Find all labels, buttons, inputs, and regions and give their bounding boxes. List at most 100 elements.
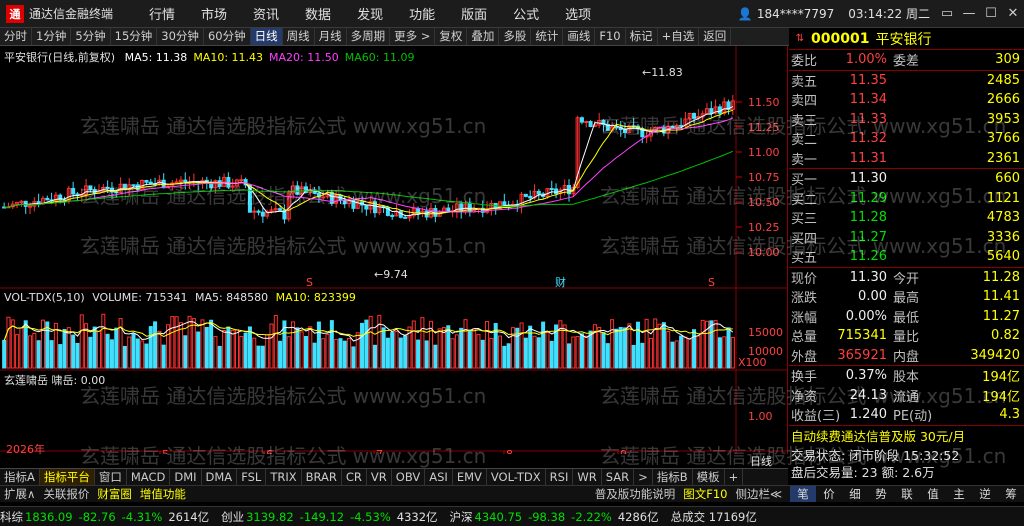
quote-tab-8[interactable]: 筹 bbox=[998, 486, 1024, 502]
bid-row-2[interactable]: 买三 11.28 4783 bbox=[789, 208, 1024, 228]
ext-right-tab-2[interactable]: 侧边栏≪ bbox=[731, 486, 786, 502]
indicator-tab-6[interactable]: FSL bbox=[237, 469, 267, 485]
menu-item-8[interactable]: 选项 bbox=[565, 4, 591, 23]
low-price-label: ←9.74 bbox=[374, 268, 408, 281]
toolbar-item-17[interactable]: 标记 bbox=[626, 28, 658, 45]
minimize-icon[interactable]: — bbox=[958, 6, 980, 21]
ma5-line bbox=[4, 106, 734, 217]
ext-right-tab-1[interactable]: 图文F10 bbox=[679, 486, 731, 502]
indicator-tab-4[interactable]: DMI bbox=[170, 469, 202, 485]
indicator-tab-5[interactable]: DMA bbox=[202, 469, 238, 485]
volume-bar bbox=[226, 326, 231, 369]
volume-bar bbox=[265, 334, 270, 369]
bid-row-1[interactable]: 买二 11.29 1121 bbox=[789, 189, 1024, 209]
ask-row-4[interactable]: 卖一 11.31 2361 bbox=[789, 149, 1024, 169]
ext-tab-2[interactable]: 财富圈 bbox=[93, 486, 136, 502]
menu-item-5[interactable]: 功能 bbox=[409, 4, 435, 23]
candle-body bbox=[105, 186, 110, 189]
indicator-tab-12[interactable]: ASI bbox=[425, 469, 453, 485]
quote-tab-7[interactable]: 逆 bbox=[972, 486, 998, 502]
toolbar-item-19[interactable]: 返回 bbox=[699, 28, 732, 45]
ask-row-2[interactable]: 卖三 11.33 3953 bbox=[789, 110, 1024, 130]
restore-icon[interactable]: ▭ bbox=[936, 6, 958, 21]
menu-item-3[interactable]: 数据 bbox=[305, 4, 331, 23]
stock-code: 000001 bbox=[811, 30, 870, 47]
toolbar-item-10[interactable]: 更多 > bbox=[390, 28, 436, 45]
toolbar-item-8[interactable]: 月线 bbox=[315, 28, 347, 45]
toolbar-item-18[interactable]: +自选 bbox=[658, 28, 700, 45]
indicator-tab-7[interactable]: TRIX bbox=[266, 469, 302, 485]
user-account[interactable]: 184****7797 bbox=[757, 7, 834, 21]
indicator-tab-16[interactable]: WR bbox=[573, 469, 602, 485]
quote-tab-1[interactable]: 价 bbox=[816, 486, 842, 502]
menu-item-1[interactable]: 市场 bbox=[201, 4, 227, 23]
indicator-tab-11[interactable]: OBV bbox=[392, 469, 426, 485]
y-tick-label: 10.00 bbox=[748, 246, 780, 259]
menu-item-6[interactable]: 版面 bbox=[461, 4, 487, 23]
quote-tab-4[interactable]: 联 bbox=[894, 486, 920, 502]
toolbar-item-4[interactable]: 30分钟 bbox=[157, 28, 204, 45]
ext-tab-3[interactable]: 增值功能 bbox=[136, 486, 190, 502]
indicator-tab-21[interactable]: + bbox=[725, 469, 744, 485]
ext-tab-1[interactable]: 关联报价 bbox=[39, 486, 93, 502]
close-icon[interactable]: ✕ bbox=[1002, 6, 1024, 21]
ask-row-0[interactable]: 卖五 11.35 2485 bbox=[789, 71, 1024, 91]
indicator-tab-2[interactable]: 窗口 bbox=[95, 469, 127, 485]
ask-row-1[interactable]: 卖四 11.34 2666 bbox=[789, 90, 1024, 110]
toolbar-item-0[interactable]: 分时 bbox=[0, 28, 32, 45]
toolbar-item-13[interactable]: 多股 bbox=[499, 28, 532, 45]
bid-row-4[interactable]: 买五 11.26 5640 bbox=[789, 247, 1024, 267]
maximize-icon[interactable]: ☐ bbox=[980, 6, 1002, 21]
toolbar-item-2[interactable]: 5分钟 bbox=[71, 28, 111, 45]
toolbar-item-14[interactable]: 统计 bbox=[531, 28, 564, 45]
vol-name: VOL-TDX(5,10) bbox=[4, 291, 85, 304]
indicator-tab-1[interactable]: 指标平台 bbox=[39, 469, 95, 485]
user-icon[interactable]: 👤 bbox=[738, 7, 753, 21]
sort-arrows-icon[interactable]: ⇅ bbox=[789, 33, 811, 44]
toolbar-item-7[interactable]: 周线 bbox=[283, 28, 315, 45]
chart-canvas[interactable]: 11.50 11.25 11.00 10.75 10.50 10.25 10.00 15000… bbox=[0, 46, 788, 454]
indicator-tab-0[interactable]: 指标A bbox=[0, 469, 40, 485]
indicator-tab-13[interactable]: EMV bbox=[453, 469, 487, 485]
toolbar-item-16[interactable]: F10 bbox=[595, 28, 626, 45]
indicator-tab-19[interactable]: 指标B bbox=[653, 469, 693, 485]
ext-tab-0[interactable]: 扩展∧ bbox=[0, 486, 39, 502]
volume-bar bbox=[347, 337, 352, 369]
bid-volume: 4783 bbox=[986, 210, 1020, 226]
toolbar-item-5[interactable]: 60分钟 bbox=[204, 28, 251, 45]
app-title: 通达信金融终端 bbox=[29, 7, 114, 21]
indicator-tab-18[interactable]: > bbox=[634, 469, 653, 485]
quote-tab-0[interactable]: 笔 bbox=[790, 486, 816, 502]
quote-tab-6[interactable]: 主 bbox=[946, 486, 972, 502]
menu-item-2[interactable]: 资讯 bbox=[253, 4, 279, 23]
quote-tab-3[interactable]: 势 bbox=[868, 486, 894, 502]
indicator-tab-9[interactable]: CR bbox=[342, 469, 367, 485]
bid-row-0[interactable]: 买一 11.30 660 bbox=[789, 169, 1024, 189]
kline-chart[interactable]: 11.50 11.25 11.00 10.75 10.50 10.25 10.00 15000… bbox=[0, 46, 788, 468]
volume-bar bbox=[506, 343, 511, 369]
indicator-tab-10[interactable]: VR bbox=[367, 469, 392, 485]
toolbar-item-6[interactable]: 日线 bbox=[250, 28, 283, 45]
toolbar-item-1[interactable]: 1分钟 bbox=[32, 28, 72, 45]
menu-item-4[interactable]: 发现 bbox=[357, 4, 383, 23]
quote-tab-2[interactable]: 细 bbox=[842, 486, 868, 502]
toolbar-item-12[interactable]: 叠加 bbox=[467, 28, 500, 45]
indicator-tab-14[interactable]: VOL-TDX bbox=[487, 469, 546, 485]
indicator-tab-8[interactable]: BRAR bbox=[302, 469, 342, 485]
toolbar-item-11[interactable]: 复权 bbox=[435, 28, 468, 45]
toolbar-item-9[interactable]: 多周期 bbox=[347, 28, 391, 45]
toolbar-item-15[interactable]: 画线 bbox=[563, 28, 596, 45]
indicator-tab-3[interactable]: MACD bbox=[127, 469, 171, 485]
indicator-tab-17[interactable]: SAR bbox=[602, 469, 635, 485]
indicator-tab-20[interactable]: 模板 bbox=[693, 469, 725, 485]
toolbar-item-3[interactable]: 15分钟 bbox=[111, 28, 158, 45]
indicator-tab-15[interactable]: RSI bbox=[546, 469, 574, 485]
menu-item-0[interactable]: 行情 bbox=[149, 4, 175, 23]
bid-row-3[interactable]: 买四 11.27 3336 bbox=[789, 228, 1024, 248]
ask-row-3[interactable]: 卖二 11.32 3766 bbox=[789, 129, 1024, 149]
menu-item-7[interactable]: 公式 bbox=[513, 4, 539, 23]
promo-link[interactable]: 自动续费通达信普及版 30元/月 bbox=[789, 426, 1024, 446]
ext-right-tab-0[interactable]: 普及版功能说明 bbox=[591, 486, 680, 502]
x-tick-label: 7 bbox=[376, 448, 383, 454]
quote-tab-5[interactable]: 值 bbox=[920, 486, 946, 502]
